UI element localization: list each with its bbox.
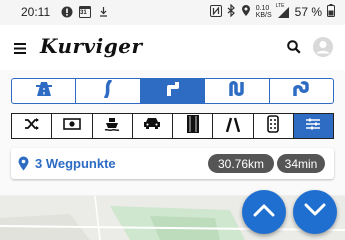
road-type-curvy[interactable] [76,79,141,103]
location-icon [241,4,251,20]
menu-icon[interactable] [14,41,26,59]
route-duration: 34min [277,154,325,173]
calendar-day: 31 [80,10,87,16]
option-car[interactable] [133,114,173,138]
alert-icon [60,5,73,18]
network-type: LTE [275,2,285,9]
unpaved-road-icon [186,114,200,138]
narrow-road-icon [225,116,241,137]
road-type-extreme-curvy[interactable] [270,79,333,103]
bluetooth-icon [227,3,236,20]
chevron-down-icon [304,203,326,222]
status-bar: 20:11 31 0.10 KB/S LTE 57 % [0,0,345,25]
highway-icon [34,81,54,102]
toll-icon [63,117,81,135]
app-bar: Kurviger [0,25,345,70]
car-icon [143,117,161,135]
waypoints-bar[interactable]: 3 Wegpunkte 30.76km 34min [11,148,334,179]
very-curvy-road-icon [228,80,246,103]
option-toll[interactable] [52,114,93,138]
signal-icon: LTE [275,2,290,19]
move-up-button[interactable] [242,190,286,234]
move-down-button[interactable] [293,190,337,234]
ferry-icon [104,116,120,137]
avatar[interactable] [313,37,333,62]
route-distance: 30.76km [208,154,274,173]
battery-icon [327,4,335,20]
road-type-curvy-2[interactable] [140,79,206,103]
road-type-highway[interactable] [12,79,77,103]
net-speed: 0.10 KB/S [256,5,272,19]
remote-icon [267,114,279,138]
battery-text: 57 % [294,5,322,19]
option-settings[interactable] [293,114,333,138]
nfc-icon [209,4,222,20]
extreme-curvy-road-icon [291,80,311,103]
route-options-bar [11,113,334,139]
search-icon[interactable] [287,40,301,59]
download-icon [98,5,108,18]
status-right: 0.10 KB/S LTE 57 % [209,2,335,20]
option-ferry[interactable] [93,114,133,138]
shuffle-icon [24,117,40,136]
option-remote[interactable] [254,114,294,138]
calendar-icon: 31 [78,5,91,18]
chevron-up-icon [253,203,275,222]
road-type-very-curvy[interactable] [205,79,270,103]
option-shuffle[interactable] [12,114,53,138]
status-time: 20:11 [21,5,51,19]
option-unpaved[interactable] [173,114,214,138]
settings-sliders-icon [305,117,321,136]
net-speed-unit: KB/S [255,12,272,19]
option-narrow[interactable] [213,114,254,138]
road-type-selector [11,78,334,104]
app-logo: Kurviger [40,34,143,58]
location-pin-icon [18,156,29,176]
waypoints-label: 3 Wegpunkte [35,156,116,171]
net-speed-value: 0.10 [255,5,270,12]
curvy-road-2-icon [164,80,182,103]
curvy-road-icon [102,79,114,103]
